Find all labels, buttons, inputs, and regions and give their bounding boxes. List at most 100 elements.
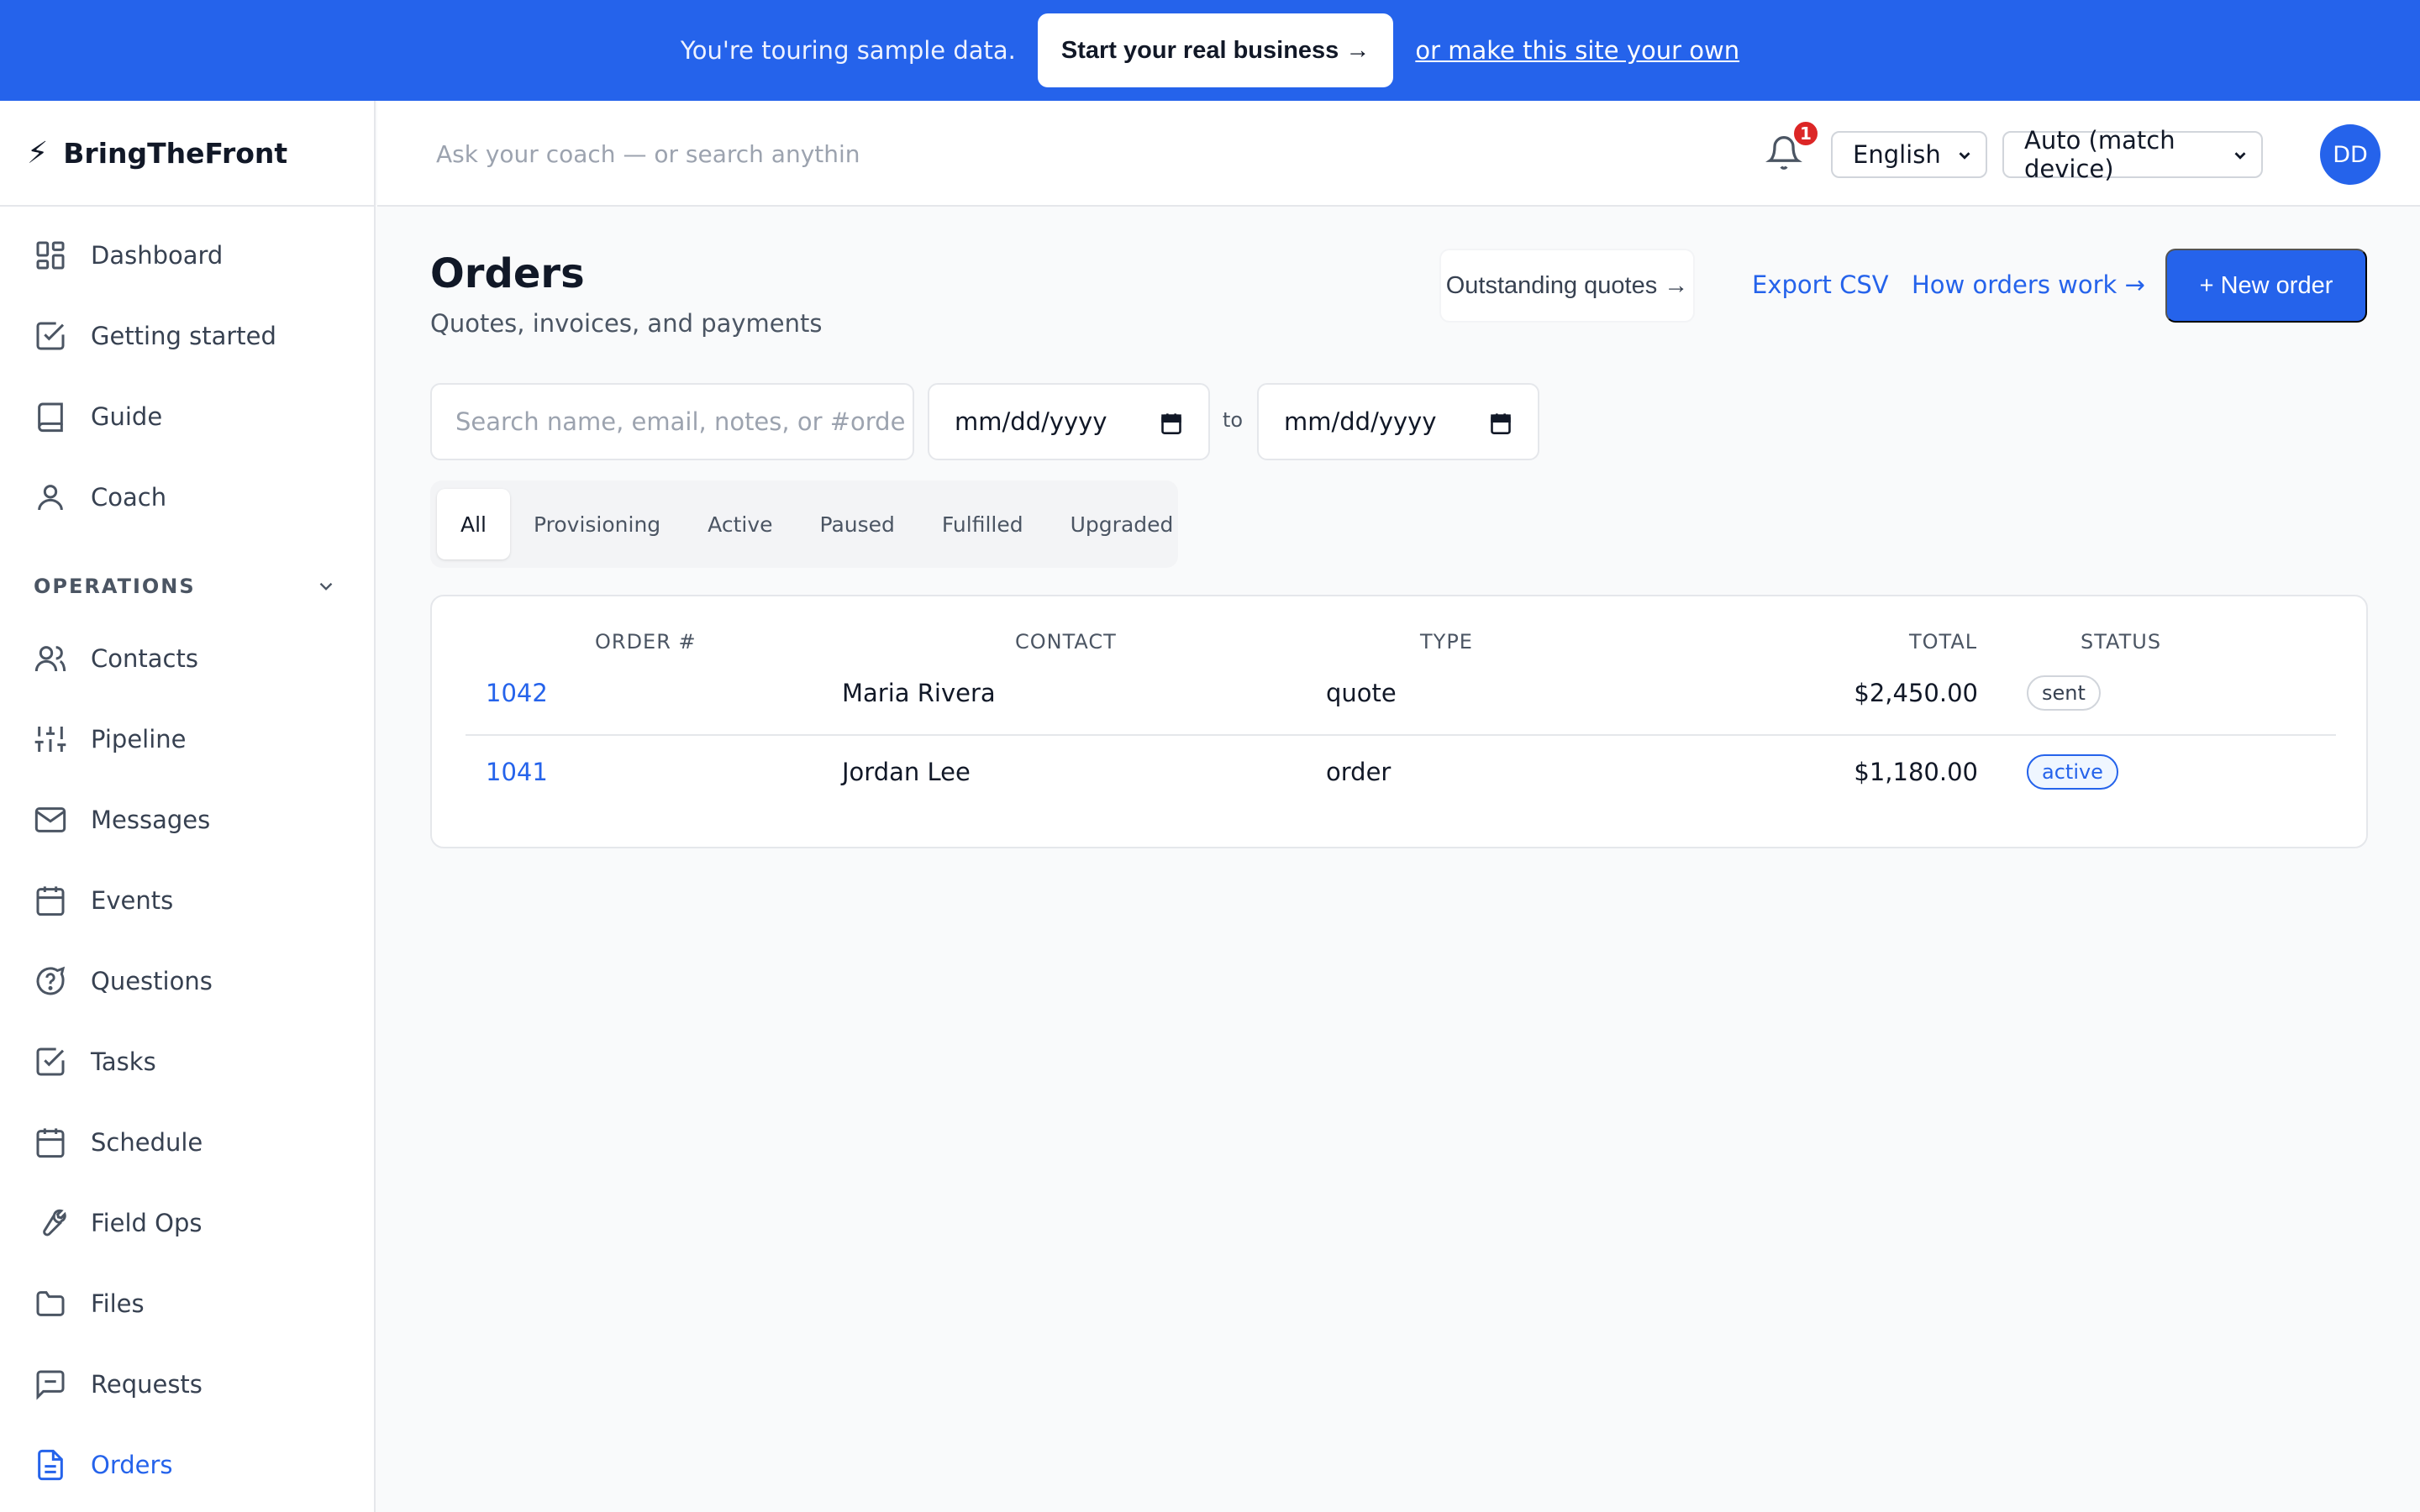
dashboard-icon <box>36 241 65 270</box>
sidebar-item-guide[interactable]: Guide <box>0 376 374 457</box>
sidebar-item-label: Dashboard <box>91 241 224 270</box>
sidebar-item-tasks[interactable]: Tasks <box>0 1021 374 1102</box>
date-from-input[interactable]: mm/dd/yyyy <box>928 383 1210 460</box>
wrench-icon <box>43 1209 66 1236</box>
sidebar-item-label: Pipeline <box>91 725 187 753</box>
avatar[interactable]: DD <box>2320 124 2381 185</box>
sample-data-banner: You're touring sample data. Start your r… <box>0 0 2420 101</box>
main-content: Orders Quotes, invoices, and payments Ou… <box>377 208 2420 1512</box>
table-row[interactable]: 1041 Jordan Lee order $1,180.00 active <box>466 736 2336 815</box>
new-order-button[interactable]: + New order <box>2165 249 2367 323</box>
column-header-total[interactable]: TOTAL <box>1909 630 1977 654</box>
sidebar-item-label: Getting started <box>91 322 276 350</box>
page-title: Orders <box>430 250 585 297</box>
mail-icon <box>34 807 66 832</box>
sidebar-item-label: Requests <box>91 1370 203 1399</box>
sidebar-item-label: Coach <box>91 483 167 512</box>
sidebar-item-questions[interactable]: Questions <box>0 941 374 1021</box>
theme-select[interactable]: Auto (match device) <box>2002 126 2263 183</box>
export-csv-link[interactable]: Export CSV <box>1752 270 1889 299</box>
sidebar-item-requests[interactable]: Requests <box>0 1344 374 1425</box>
status-tabs: All Provisioning Active Paused Fulfilled… <box>430 480 1178 568</box>
sidebar-item-label: Guide <box>91 402 163 431</box>
start-real-business-button[interactable]: Start your real business → <box>1037 13 1394 87</box>
order-total: $2,450.00 <box>1854 679 1978 707</box>
sidebar-item-dashboard[interactable]: Dashboard <box>0 215 374 296</box>
calendar-icon[interactable] <box>1160 412 1183 435</box>
calendar-icon <box>36 1128 65 1158</box>
brand-name: BringTheFront <box>63 136 288 170</box>
orders-table: ORDER # CONTACT TYPE TOTAL STATUS 1042 M… <box>430 595 2368 848</box>
tab-provisioning[interactable]: Provisioning <box>510 489 684 559</box>
tab-active[interactable]: Active <box>684 489 796 559</box>
chevron-down-icon <box>319 582 333 591</box>
column-header-type[interactable]: TYPE <box>1420 630 1473 654</box>
sidebar-item-schedule[interactable]: Schedule <box>0 1102 374 1183</box>
section-label: OPERATIONS <box>34 575 196 598</box>
banner-text: You're touring sample data. <box>680 36 1016 65</box>
orders-search-input[interactable] <box>430 383 914 460</box>
checkbox-icon <box>36 322 65 350</box>
sidebar-item-label: Schedule <box>91 1128 203 1157</box>
sidebar-item-label: Events <box>91 886 174 915</box>
sidebar-item-coach[interactable]: Coach <box>0 457 374 538</box>
user-icon <box>38 485 63 511</box>
calendar-icon[interactable] <box>1489 412 1512 435</box>
sidebar-item-messages[interactable]: Messages <box>0 780 374 860</box>
order-type: quote <box>1326 679 1397 707</box>
order-number-link[interactable]: 1042 <box>486 679 548 707</box>
coach-search-input[interactable] <box>436 133 873 175</box>
tab-paused[interactable]: Paused <box>797 489 918 559</box>
column-header-order[interactable]: ORDER # <box>595 630 697 654</box>
top-header: 1 English Auto (match device) DD <box>377 101 2420 207</box>
sidebar-nav: Dashboard Getting started Guide Coach OP… <box>0 207 374 1505</box>
book-icon <box>38 402 63 433</box>
language-select[interactable]: English <box>1831 131 1987 178</box>
contact-name: Jordan Lee <box>842 758 971 786</box>
folder-icon <box>36 1291 65 1316</box>
sidebar-item-label: Contacts <box>91 644 198 673</box>
sidebar-item-field-ops[interactable]: Field Ops <box>0 1183 374 1263</box>
sidebar-item-label: Messages <box>91 806 211 834</box>
tab-all[interactable]: All <box>437 489 510 559</box>
date-to-value: mm/dd/yyyy <box>1284 407 1437 436</box>
checkbox-icon <box>36 1047 65 1076</box>
status-badge: active <box>2027 754 2118 790</box>
column-header-contact[interactable]: CONTACT <box>1015 630 1117 654</box>
sidebar-item-files[interactable]: Files <box>0 1263 374 1344</box>
sidebar-item-label: Orders <box>91 1451 173 1479</box>
order-number-link[interactable]: 1041 <box>486 758 548 786</box>
notification-count-badge: 1 <box>1791 119 1820 148</box>
chevron-down-icon <box>2234 152 2246 160</box>
outstanding-quotes-button[interactable]: Outstanding quotes → <box>1439 249 1695 323</box>
question-bubble-icon <box>36 966 66 995</box>
operations-section-toggle[interactable]: OPERATIONS <box>0 538 374 618</box>
tab-upgraded[interactable]: Upgraded <box>1047 489 1197 559</box>
sidebar-item-orders[interactable]: Orders <box>0 1425 374 1505</box>
status-badge: sent <box>2027 675 2101 711</box>
how-orders-work-link[interactable]: How orders work → <box>1912 270 2145 299</box>
sidebar-item-getting-started[interactable]: Getting started <box>0 296 374 376</box>
date-from-value: mm/dd/yyyy <box>955 407 1107 436</box>
table-row[interactable]: 1042 Maria Rivera quote $2,450.00 sent <box>466 657 2336 736</box>
brand[interactable]: ⚡︎ BringTheFront <box>0 101 374 207</box>
chevron-down-icon <box>1959 152 1970 160</box>
sliders-icon <box>34 727 66 752</box>
calendar-icon <box>36 886 65 916</box>
theme-value: Auto (match device) <box>2024 126 2175 183</box>
sidebar-item-contacts[interactable]: Contacts <box>0 618 374 699</box>
date-range-separator: to <box>1223 408 1244 432</box>
sidebar-item-label: Field Ops <box>91 1209 203 1237</box>
lightning-bolt-icon: ⚡︎ <box>27 135 49 171</box>
sidebar-item-label: Tasks <box>91 1047 156 1076</box>
column-header-status[interactable]: STATUS <box>2081 630 2161 654</box>
sidebar-item-pipeline[interactable]: Pipeline <box>0 699 374 780</box>
sidebar: ⚡︎ BringTheFront Dashboard Getting start… <box>0 101 376 1512</box>
tab-fulfilled[interactable]: Fulfilled <box>918 489 1047 559</box>
sidebar-item-events[interactable]: Events <box>0 860 374 941</box>
message-square-icon <box>36 1370 65 1400</box>
make-site-your-own-link[interactable]: or make this site your own <box>1415 36 1739 65</box>
order-total: $1,180.00 <box>1854 758 1978 786</box>
sidebar-item-label: Files <box>91 1289 145 1318</box>
date-to-input[interactable]: mm/dd/yyyy <box>1257 383 1539 460</box>
